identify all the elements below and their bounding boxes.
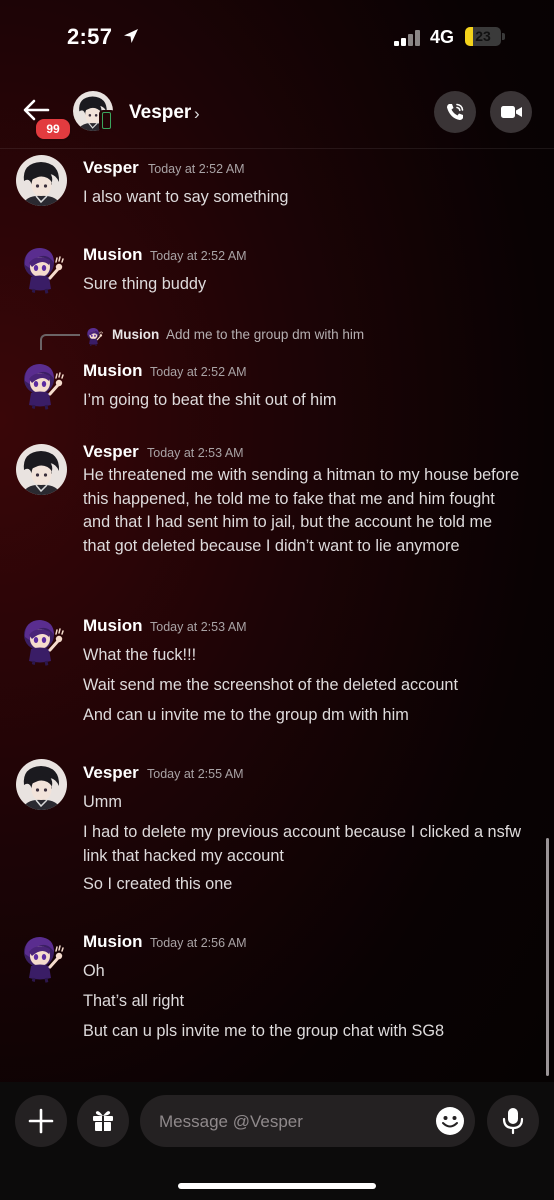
emoji-icon[interactable]: [435, 1106, 465, 1136]
video-call-button[interactable]: [490, 91, 532, 133]
message-timestamp: Today at 2:55 AM: [147, 767, 244, 781]
reply-spine: [40, 334, 80, 350]
status-bar: 2:57 4G 23: [0, 0, 554, 76]
message-text[interactable]: Wait send me the screenshot of the delet…: [83, 674, 523, 698]
message-timestamp: Today at 2:53 AM: [150, 620, 247, 634]
battery-icon: 23: [465, 27, 501, 46]
avatar[interactable]: [16, 615, 67, 666]
chevron-right-icon[interactable]: ›: [194, 104, 200, 124]
avatar[interactable]: [16, 155, 67, 206]
reply-author: Musion: [112, 327, 160, 342]
unread-badge: 99: [34, 117, 72, 141]
avatar[interactable]: [16, 359, 67, 410]
phone-call-icon: [447, 103, 464, 120]
gift-button[interactable]: [77, 1095, 129, 1147]
battery-percent: 23: [475, 28, 491, 44]
message-author[interactable]: Musion: [83, 932, 143, 952]
message-text[interactable]: I also want to say something: [83, 186, 523, 210]
message-input[interactable]: [157, 1095, 421, 1149]
message-timestamp: Today at 2:56 AM: [150, 936, 247, 950]
message-author[interactable]: Musion: [83, 245, 143, 265]
video-camera-icon: [501, 106, 522, 118]
battery-tip: [502, 33, 505, 40]
scrollbar[interactable]: [546, 838, 549, 1076]
message-timestamp: Today at 2:52 AM: [148, 162, 245, 176]
message-input-box[interactable]: [140, 1095, 475, 1149]
message-text[interactable]: He threatened me with sending a hitman t…: [83, 464, 523, 558]
reply-avatar: [84, 326, 104, 346]
message-text[interactable]: I’m going to beat the shit out of him: [83, 389, 523, 413]
avatar[interactable]: [16, 243, 67, 294]
message-text[interactable]: Oh: [83, 960, 523, 984]
mobile-status-icon: [99, 110, 115, 132]
message-text[interactable]: But can u pls invite me to the group cha…: [83, 1020, 523, 1044]
message-text[interactable]: So I created this one: [83, 873, 523, 897]
message-author[interactable]: Vesper: [83, 763, 139, 783]
message-text[interactable]: And can u invite me to the group dm with…: [83, 704, 523, 728]
message-composer: [0, 1082, 554, 1200]
message-author[interactable]: Musion: [83, 616, 143, 636]
message-author[interactable]: Musion: [83, 361, 143, 381]
reply-reference[interactable]: Musion Add me to the group dm with him: [40, 324, 540, 350]
network-type: 4G: [430, 27, 455, 47]
message-author[interactable]: Vesper: [83, 442, 139, 462]
chat-header: 99 Vesper ›: [0, 76, 554, 149]
reply-text: Add me to the group dm with him: [166, 327, 365, 342]
message-text[interactable]: Umm: [83, 791, 523, 815]
message-text[interactable]: I had to delete my previous account beca…: [83, 821, 523, 868]
message-text[interactable]: What the fuck!!!: [83, 644, 523, 668]
add-attachment-button[interactable]: [15, 1095, 67, 1147]
plus-icon: [28, 1108, 54, 1134]
message-text[interactable]: That’s all right: [83, 990, 523, 1014]
header-username[interactable]: Vesper: [129, 102, 191, 124]
message-timestamp: Today at 2:52 AM: [150, 249, 247, 263]
location-arrow-icon: [124, 29, 138, 43]
avatar[interactable]: [16, 444, 67, 495]
home-indicator[interactable]: [178, 1183, 376, 1189]
voice-call-button[interactable]: [434, 91, 476, 133]
signal-bars-icon: [394, 30, 422, 46]
gift-icon: [93, 1111, 113, 1131]
message-author[interactable]: Vesper: [83, 158, 139, 178]
avatar[interactable]: [16, 932, 67, 983]
status-time: 2:57: [67, 24, 113, 49]
microphone-icon: [502, 1108, 524, 1135]
message-text[interactable]: Sure thing buddy: [83, 273, 523, 297]
message-timestamp: Today at 2:53 AM: [147, 446, 244, 460]
message-timestamp: Today at 2:52 AM: [150, 365, 247, 379]
avatar[interactable]: [16, 759, 67, 810]
voice-message-button[interactable]: [487, 1095, 539, 1147]
